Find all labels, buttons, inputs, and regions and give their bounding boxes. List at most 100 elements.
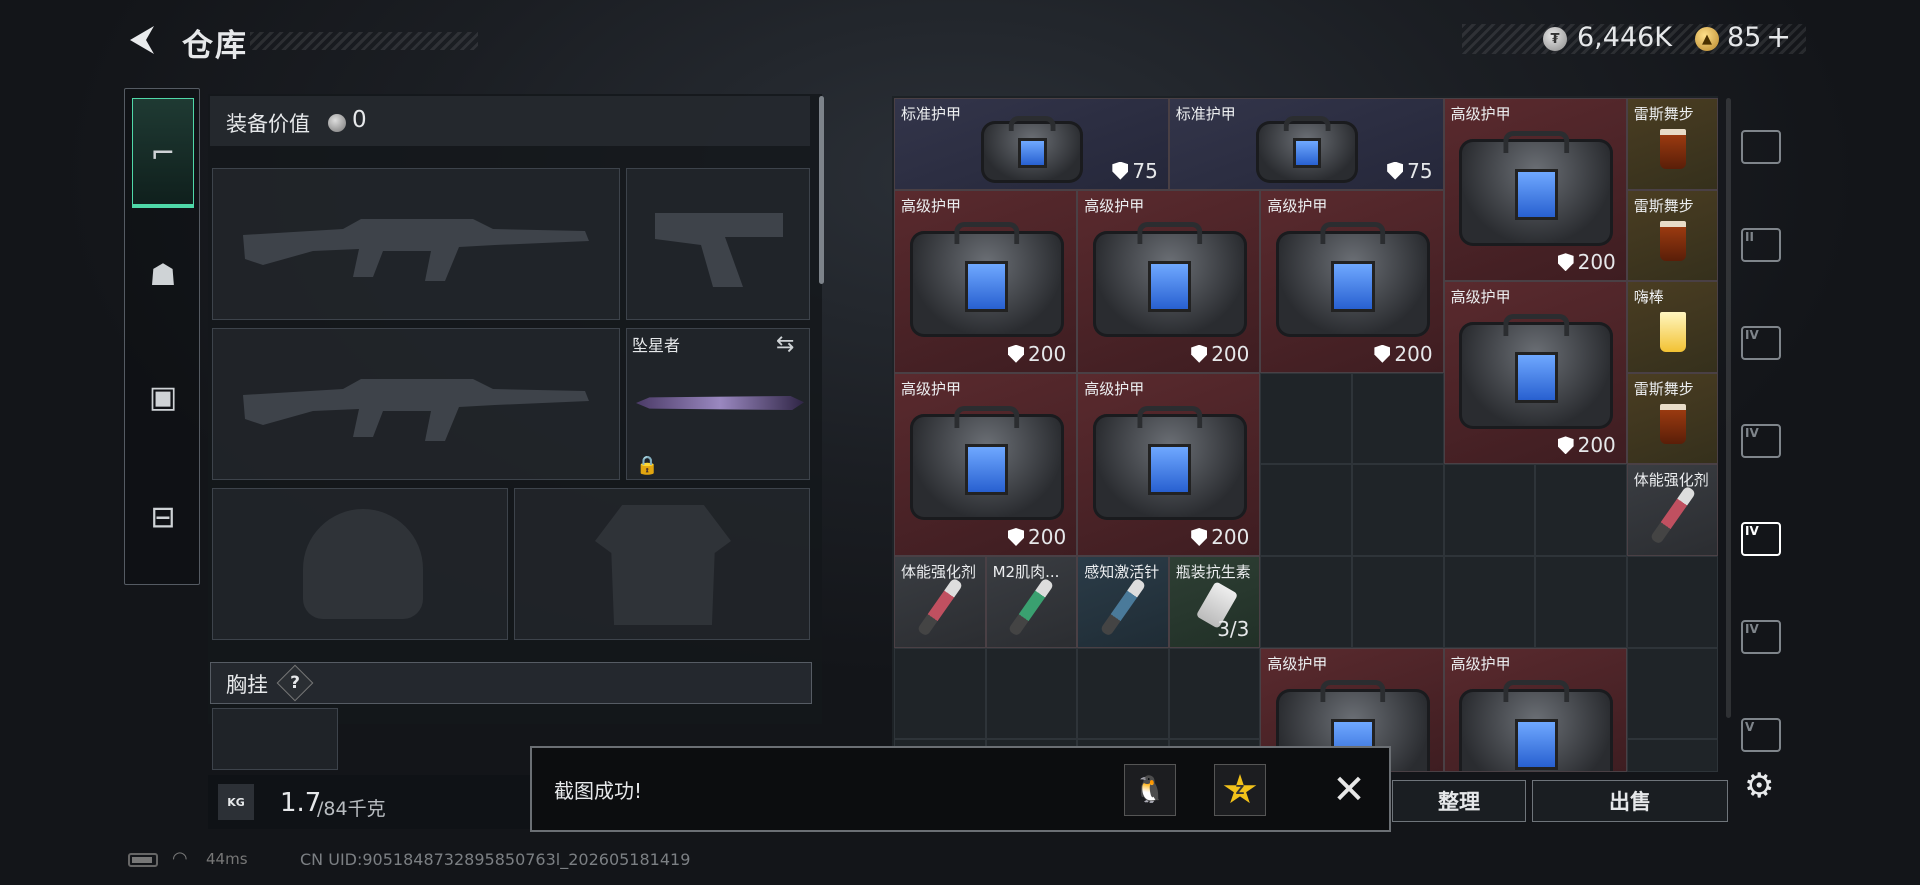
equipment-value-label: 装备价值 — [226, 112, 310, 136]
drink-icon — [1659, 403, 1686, 444]
inventory-item[interactable]: 标准护甲 75 — [894, 98, 1169, 190]
inventory-item[interactable]: M2肌肉... — [985, 556, 1078, 648]
back-arrow-icon[interactable] — [124, 22, 160, 58]
grid-cell[interactable] — [1260, 372, 1352, 465]
helmet-icon[interactable] — [1736, 122, 1786, 172]
armor-bag-icon — [1092, 230, 1247, 338]
item-durability: 75 — [1387, 159, 1433, 183]
pistol-slot[interactable] — [626, 168, 810, 320]
grid-cell[interactable] — [894, 647, 986, 740]
item-name: 高级护甲 — [1267, 654, 1328, 673]
grid-cell[interactable] — [1168, 647, 1261, 740]
item-durability: 3/3 — [1217, 616, 1250, 641]
equipment-value: 0 — [352, 107, 367, 133]
item-name: 标准护甲 — [901, 105, 962, 123]
grid-cell[interactable] — [1535, 556, 1627, 648]
tab-backpack[interactable]: ☗ — [132, 220, 194, 330]
grid-cell[interactable] — [1443, 464, 1536, 556]
shield-icon — [1557, 253, 1574, 272]
tab-vest[interactable]: ▣ — [132, 342, 194, 452]
rifle-silhouette-icon — [243, 219, 589, 281]
gold-coin-icon: ▲ — [1695, 27, 1719, 51]
inventory-item[interactable]: 雷斯舞步 — [1626, 372, 1719, 465]
gun-V-icon[interactable]: V — [1736, 710, 1786, 760]
inventory-item[interactable]: 感知激活针 — [1077, 556, 1169, 648]
item-name: 嗨棒 — [1633, 288, 1664, 307]
item-name: 标准护甲 — [1175, 105, 1236, 123]
add-currency-button[interactable]: + — [1766, 20, 1791, 55]
item-name: 感知激活针 — [1084, 563, 1160, 581]
armor-bag-icon — [1092, 414, 1247, 521]
close-icon[interactable]: ✕ — [1325, 766, 1373, 814]
currency-gold-value: 85 — [1727, 22, 1762, 53]
qq-share-button[interactable]: 🐧 — [1124, 764, 1176, 816]
qzone-star-icon: Z — [1223, 774, 1257, 804]
container-IV-icon[interactable]: IV — [1736, 318, 1786, 368]
inventory-item[interactable]: 高级护甲 200 — [1443, 281, 1627, 465]
sell-button[interactable]: 出售 — [1532, 780, 1728, 822]
qzone-share-button[interactable]: Z — [1214, 764, 1266, 816]
primary-weapon-slot[interactable] — [212, 168, 620, 320]
inventory-item[interactable]: 高级护甲 200 — [894, 372, 1078, 556]
inventory-item[interactable]: 高级护甲 200 — [1077, 189, 1261, 373]
medkit-IV-icon[interactable]: IV — [1736, 514, 1786, 564]
inventory-item[interactable]: 雷斯舞步 — [1626, 189, 1719, 282]
inventory-item[interactable]: 高级护甲 200 — [894, 189, 1078, 373]
inventory-item[interactable]: 高级护甲 200 — [1077, 372, 1261, 556]
item-durability: 200 — [1374, 342, 1433, 366]
inventory-item[interactable]: 高级护甲 — [1443, 647, 1627, 772]
grid-cell[interactable] — [1260, 556, 1352, 648]
inventory-item[interactable]: 体能强化剂 — [1626, 464, 1719, 556]
armor-bag-icon — [909, 230, 1064, 338]
chest-rig-label: 胸挂 — [226, 673, 268, 697]
sort-button[interactable]: 整理 — [1392, 780, 1526, 822]
grid-cell[interactable] — [1626, 739, 1719, 772]
storage-scrollbar[interactable] — [1726, 98, 1731, 718]
grid-cell[interactable] — [1626, 647, 1719, 740]
grid-cell[interactable] — [1352, 372, 1444, 465]
item-name: 体能强化剂 — [1633, 471, 1709, 490]
item-name: 高级护甲 — [1450, 105, 1511, 123]
tab-weapon[interactable]: ⌐ — [132, 98, 194, 208]
swap-icon[interactable]: ⇆ — [776, 332, 794, 357]
grid-cell[interactable] — [1626, 556, 1719, 648]
item-name: 瓶装抗生素 — [1175, 563, 1251, 581]
shield-icon — [1191, 527, 1208, 546]
inventory-item[interactable]: 体能强化剂 — [894, 556, 986, 648]
grid-cell[interactable] — [1260, 464, 1352, 556]
pistol-icon: ⌐ — [150, 135, 176, 171]
inventory-item[interactable]: 嗨棒 — [1626, 281, 1719, 373]
settings-gear-icon[interactable]: ⚙ — [1744, 766, 1774, 806]
grid-cell[interactable] — [985, 647, 1078, 740]
body-armor-slot[interactable] — [514, 488, 810, 640]
grid-cell[interactable] — [1535, 464, 1627, 556]
equipment-scrollbar[interactable] — [819, 96, 824, 284]
item-name: 高级护甲 — [1084, 379, 1145, 398]
shield-icon — [1557, 436, 1574, 455]
item-durability: 200 — [1191, 342, 1249, 366]
container-II-icon[interactable]: II — [1736, 220, 1786, 270]
grid-cell[interactable] — [1352, 464, 1444, 556]
grid-cell[interactable] — [1443, 556, 1536, 648]
armor-bag-icon — [1256, 121, 1359, 183]
syringe-icon — [1649, 485, 1696, 545]
inventory-item[interactable]: 雷斯舞步 — [1626, 98, 1719, 190]
inventory-item[interactable]: 瓶装抗生素 3/3 — [1168, 556, 1261, 648]
inventory-item[interactable]: 高级护甲 200 — [1443, 98, 1627, 282]
grid-cell[interactable] — [1352, 556, 1444, 648]
armor-bag-icon — [1459, 688, 1614, 771]
inventory-item[interactable]: 高级护甲 200 — [1260, 189, 1444, 373]
item-durability: 75 — [1112, 159, 1158, 183]
inventory-item[interactable]: 标准护甲 75 — [1168, 98, 1444, 190]
tab-toolbox[interactable]: ⊟ — [132, 462, 194, 572]
weight-current: 1.7 — [280, 788, 322, 818]
container-IV-b-icon[interactable]: IV — [1736, 416, 1786, 466]
gun-IV-icon[interactable]: IV — [1736, 612, 1786, 662]
grid-cell[interactable] — [1077, 647, 1169, 740]
secondary-weapon-slot[interactable] — [212, 328, 620, 480]
shield-icon — [1387, 161, 1404, 180]
helmet-slot[interactable] — [212, 488, 508, 640]
chest-rig-slot[interactable] — [212, 708, 338, 770]
shield-icon — [1008, 344, 1024, 363]
toast-message: 截图成功! — [554, 779, 643, 803]
